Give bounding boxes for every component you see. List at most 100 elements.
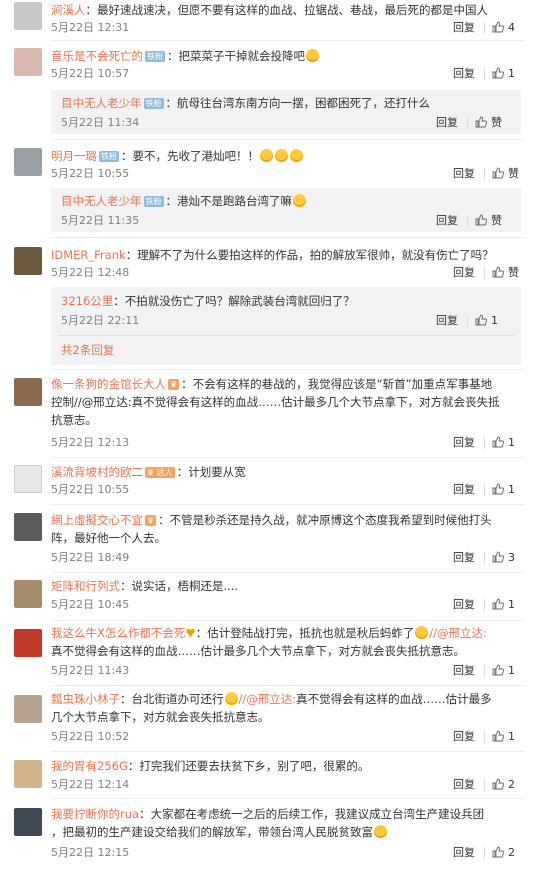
user-name[interactable]: 網上虛擬交心不宜 xyxy=(51,513,143,527)
avatar[interactable] xyxy=(14,695,42,723)
like-button[interactable]: 1 xyxy=(492,66,515,82)
reply-button[interactable]: 回复 xyxy=(453,550,475,566)
reply-button[interactable]: 回复 xyxy=(453,66,475,82)
timestamp: 5月22日 12:13 xyxy=(51,436,130,449)
user-name[interactable]: IDMER_Frank xyxy=(51,248,126,262)
like-count: 4 xyxy=(508,21,515,34)
user-name[interactable]: 像一条狗的金馆长大人 xyxy=(51,377,166,391)
thumb-up-icon xyxy=(492,21,504,33)
emoji-icon xyxy=(374,825,387,838)
reply-button[interactable]: 回复 xyxy=(453,166,475,182)
user-name[interactable]: 我要拧断你的rua xyxy=(51,807,139,821)
comment-text: 抗意志。 xyxy=(51,413,97,427)
like-count: 1 xyxy=(508,598,515,611)
more-replies-link[interactable]: 共2条回复 xyxy=(61,342,114,358)
avatar[interactable] xyxy=(14,760,42,788)
reply-button[interactable]: 回复 xyxy=(436,213,458,229)
thumb-up-icon xyxy=(475,314,487,326)
reply-button[interactable]: 回复 xyxy=(436,313,458,329)
user-name[interactable]: 3216公里 xyxy=(61,294,113,308)
reply-button[interactable]: 回复 xyxy=(453,663,475,679)
emoji-icon xyxy=(290,149,303,162)
comment-text: 真不觉得会有这样的血战……估计最多几个大节点拿下，对方就会丧失抵抗意志。 xyxy=(51,644,465,658)
timestamp: 5月22日 10:52 xyxy=(51,730,130,743)
like-button[interactable]: 2 xyxy=(492,777,515,793)
like-button[interactable]: 1 xyxy=(492,729,515,745)
like-button[interactable]: 1 xyxy=(475,313,498,329)
like-count: 3 xyxy=(508,551,515,564)
comment-text: ，把最初的生产建设交给我们的解放军，带领台湾人民脱贫致富 xyxy=(51,825,373,839)
user-name[interactable]: 我的胃有256G xyxy=(51,759,128,773)
reply-button[interactable]: 回复 xyxy=(436,115,458,131)
avatar[interactable] xyxy=(14,247,42,275)
user-name[interactable]: 瓢虫珠小林子 xyxy=(51,692,120,706)
like-button[interactable]: 赞 xyxy=(475,213,502,229)
vip-badge: ♛ xyxy=(145,515,157,526)
user-name[interactable]: 我这么牛X怎么作都不会死 xyxy=(51,626,185,640)
emoji-icon xyxy=(275,149,288,162)
avatar[interactable] xyxy=(14,629,42,657)
user-name[interactable]: 涧溪人 xyxy=(51,3,86,17)
like-button[interactable]: 3 xyxy=(492,550,515,566)
user-name[interactable]: 矩阵和行列式 xyxy=(51,579,120,593)
avatar[interactable] xyxy=(14,808,42,836)
comment-text: ：最好速战速决，但愿不要有这样的血战、拉锯战、巷战，最后死的都是中国人 xyxy=(85,3,489,17)
thumb-up-icon xyxy=(492,778,504,790)
comment-text: ：打完我们还要去扶贫下乡，别了吧，很累的。 xyxy=(127,759,370,773)
comment-text: ：说实话，梧桐还是.... xyxy=(120,579,239,593)
avatar[interactable] xyxy=(14,378,42,406)
timestamp: 5月22日 12:48 xyxy=(51,266,130,279)
timestamp: 5月22日 12:14 xyxy=(51,778,130,791)
vip-icon: ♥ xyxy=(185,626,196,640)
thumb-up-icon xyxy=(475,214,487,226)
mention-link[interactable]: //@邢立达: xyxy=(429,626,487,640)
avatar[interactable] xyxy=(14,148,42,176)
thumb-up-icon xyxy=(492,598,504,610)
timestamp: 5月22日 11:35 xyxy=(61,214,140,227)
reply-button[interactable]: 回复 xyxy=(453,777,475,793)
comment-text: ：不会有这样的巷战的，我觉得应该是“斩首”加重点军事基地 xyxy=(181,377,493,391)
avatar[interactable] xyxy=(14,513,42,541)
like-button[interactable]: 2 xyxy=(492,845,515,861)
avatar[interactable] xyxy=(14,2,42,30)
fan-badge: 铁粉 xyxy=(145,51,165,62)
reply-button[interactable]: 回复 xyxy=(453,597,475,613)
like-count: 赞 xyxy=(508,167,519,180)
like-button[interactable]: 赞 xyxy=(475,115,502,131)
timestamp: 5月22日 12:15 xyxy=(51,846,130,859)
like-count: 2 xyxy=(508,846,515,859)
reply-button[interactable]: 回复 xyxy=(453,482,475,498)
avatar[interactable] xyxy=(14,48,42,76)
reply-button[interactable]: 回复 xyxy=(453,435,475,451)
timestamp: 5月22日 10:55 xyxy=(51,483,130,496)
reply-button[interactable]: 回复 xyxy=(453,20,475,36)
thumb-up-icon xyxy=(475,116,487,128)
reply-button[interactable]: 回复 xyxy=(453,265,475,281)
like-button[interactable]: 1 xyxy=(492,663,515,679)
comment-text: ：把菜菜子干掉就会投降吧 xyxy=(167,49,305,63)
comment-text: 控制//@邢立达:真不觉得会有这样的血战……估计最多几个大节点拿下，对方就会丧失… xyxy=(51,395,500,409)
vip-badge: ♛ xyxy=(168,379,180,390)
like-button[interactable]: 赞 xyxy=(492,166,519,182)
user-name[interactable]: 音乐是不会死亡的 xyxy=(51,49,143,63)
user-name[interactable]: 明月一璐 xyxy=(51,149,97,163)
fan-badge: 铁粉 xyxy=(99,151,119,162)
timestamp: 5月22日 10:57 xyxy=(51,67,130,80)
reply-button[interactable]: 回复 xyxy=(453,845,475,861)
emoji-icon xyxy=(306,49,319,62)
like-button[interactable]: 4 xyxy=(492,20,515,36)
mention-link[interactable]: //@邢立达: xyxy=(239,692,297,706)
avatar[interactable] xyxy=(14,580,42,608)
like-button[interactable]: 1 xyxy=(492,482,515,498)
reply-box: 目中无人老少年 铁粉 ：航母往台湾东南方向一摆，困都困死了，还打什么 5月22日 1… xyxy=(51,90,521,134)
avatar[interactable] xyxy=(14,465,42,493)
user-name[interactable]: 目中无人老少年 xyxy=(61,96,142,110)
user-name[interactable]: 目中无人老少年 xyxy=(61,194,142,208)
reply-button[interactable]: 回复 xyxy=(453,729,475,745)
like-button[interactable]: 1 xyxy=(492,597,515,613)
like-button[interactable]: 赞 xyxy=(492,265,519,281)
user-name[interactable]: 溪流背坡村的欧二 xyxy=(51,465,143,479)
timestamp: 5月22日 10:55 xyxy=(51,167,130,180)
like-button[interactable]: 1 xyxy=(492,435,515,451)
thumb-up-icon xyxy=(492,730,504,742)
